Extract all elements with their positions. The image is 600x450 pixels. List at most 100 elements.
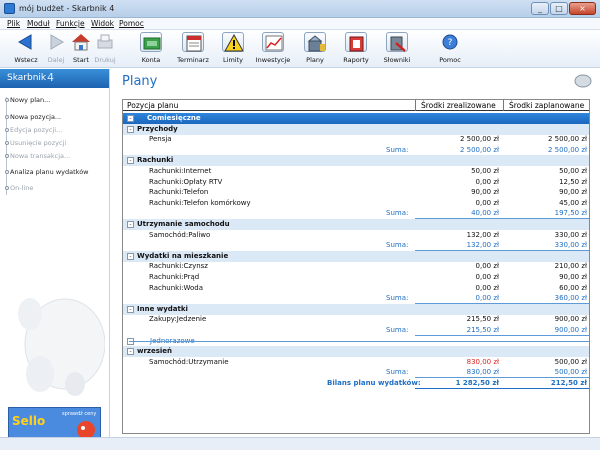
table-row[interactable]: Rachunki:Internet 50,00 zł 50,00 zł [123,166,589,177]
warning-icon [222,32,244,52]
sidebar-brand: Skarbnik 4 [0,69,109,88]
sello-banner[interactable]: Sello sprawdź ceny [8,407,101,441]
sidebar-item-delete-position[interactable]: Usunięcie pozycji [5,139,66,147]
group-row[interactable]: - Comiesięczne [123,113,589,124]
sum-row[interactable]: Suma: 830,00 zł 500,00 zł [123,367,589,379]
realized-amount: 0,00 zł [475,198,499,207]
planned-amount: 45,00 zł [559,198,587,207]
menu-plik[interactable]: Plik [7,19,20,28]
print-button[interactable]: Drukuj [82,32,128,67]
sidebar-item-new-transaction[interactable]: Nowa transakcja... [5,152,70,160]
reports-icon [345,32,367,52]
row-label: wrzesień [137,347,173,356]
svg-text:?: ? [448,38,453,48]
close-button[interactable]: × [569,2,596,15]
collapse-toggle-icon[interactable]: - [127,337,134,345]
dictionaries-button[interactable]: Słowniki [374,32,420,67]
planned-amount: 500,00 zł [554,368,587,377]
realized-amount: 215,50 zł [466,315,499,324]
sum-row[interactable]: Suma: 40,00 zł 197,50 zł [123,208,589,220]
investments-button[interactable]: Inwestycje [250,32,296,67]
table-row[interactable]: Pensja 2 500,00 zł 2 500,00 zł [123,134,589,145]
group-row[interactable]: - Przychody [123,123,589,135]
table-row[interactable]: Rachunki:Telefon 90,00 zł 90,00 zł [123,187,589,198]
reports-button[interactable]: Raporty [333,32,379,67]
sum-row[interactable]: Suma: 132,00 zł 330,00 zł [123,240,589,252]
planned-amount: 210,00 zł [554,262,587,271]
page-title: Plany [122,74,158,89]
realized-amount: 132,00 zł [466,241,499,250]
planned-amount: 212,50 zł [550,379,587,387]
realized-amount: 0,00 zł [475,294,499,303]
row-label: Rachunki [137,156,174,165]
table-row[interactable]: Rachunki:Telefon komórkowy 0,00 zł 45,00 z… [123,198,589,209]
printer-icon [94,32,116,52]
plans-button[interactable]: Plany [292,32,338,67]
table-row[interactable]: Rachunki:Opłaty RTV 0,00 zł 12,50 zł [123,177,589,188]
row-label: Utrzymanie samochodu [137,220,230,228]
bullet-icon [5,141,9,145]
column-header-position[interactable]: Pozycja planu [127,101,178,110]
row-label: Suma: [386,209,409,218]
sum-row[interactable]: Suma: 2 500,00 zł 2 500,00 zł [123,145,589,156]
collapse-toggle-icon[interactable]: - [127,125,134,133]
realized-amount: 2 500,00 zł [459,145,499,154]
row-label: Bilans planu wydatków: [327,379,421,387]
main-panel: Plany Pozycja planu Środki zrealizowane … [116,69,594,437]
collapse-toggle-icon[interactable]: - [127,157,134,165]
sum-row[interactable]: Suma: 0,00 zł 360,00 zł [123,293,589,305]
collapse-toggle-icon[interactable]: - [127,305,134,313]
collapse-toggle-icon[interactable]: - [127,252,134,260]
column-header-realized[interactable]: Środki zrealizowane [421,101,496,110]
table-row[interactable]: Samochód:Paliwo 132,00 zł 330,00 zł [123,230,589,241]
sidebar-item-online[interactable]: On-line [5,184,33,192]
accounts-button[interactable]: Konta [128,32,174,67]
balance-row[interactable]: Bilans planu wydatków: 1 282,50 zł 212,50 … [123,378,589,389]
group-row[interactable]: - Jednorazowe [123,336,589,347]
menu-pomoc[interactable]: Pomoc [119,19,144,28]
row-label: Rachunki:Woda [149,283,204,292]
table-row[interactable]: Rachunki:Prąd 0,00 zł 90,00 zł [123,272,589,283]
minimize-button[interactable]: _ [531,2,549,15]
realized-amount: 2 500,00 zł [459,135,499,144]
row-label: Wydatki na mieszkanie [137,251,229,260]
group-row[interactable]: - Rachunki [123,155,589,167]
group-row[interactable]: - Utrzymanie samochodu [123,219,589,230]
realized-amount: 830,00 zł [466,368,499,377]
sidebar-item-new-plan[interactable]: Nowy plan... [5,96,50,104]
table-row[interactable]: Samochód:Utrzymanie 830,00 zł 500,00 zł [123,357,589,368]
collapse-toggle-icon[interactable]: - [127,115,134,122]
maximize-button[interactable]: □ [550,2,568,15]
menu-widok[interactable]: Widok [91,19,114,28]
table-row[interactable]: Zakupy:Jedzenie 215,50 zł 900,00 zł [123,314,589,325]
help-button[interactable]: ? Pomoc [427,32,473,67]
group-row[interactable]: - wrzesień [123,346,589,358]
row-label: Suma: [386,145,409,154]
group-row[interactable]: - Wydatki na mieszkanie [123,250,589,262]
table-row[interactable]: Rachunki:Czynsz 0,00 zł 210,00 zł [123,261,589,272]
realized-amount: 0,00 zł [475,177,499,186]
table-row[interactable]: Rachunki:Woda 0,00 zł 60,00 zł [123,283,589,294]
sidebar-item-new-position[interactable]: Nowa pozycja... [5,113,61,121]
row-label: Przychody [137,124,178,133]
realized-amount: 215,50 zł [466,326,499,334]
realized-amount: 50,00 zł [471,167,499,175]
row-label: Inne wydatki [137,304,188,313]
sum-row[interactable]: Suma: 215,50 zł 900,00 zł [123,325,589,336]
bullet-icon [5,98,9,102]
column-divider[interactable] [503,100,504,111]
planned-amount: 360,00 zł [554,294,587,303]
row-label: Rachunki:Prąd [149,273,200,281]
planned-amount: 2 500,00 zł [547,135,587,144]
column-divider[interactable] [415,100,416,111]
collapse-toggle-icon[interactable]: - [127,221,134,228]
sidebar-connector-line [6,97,7,195]
sidebar-item-edit-position[interactable]: Edycja pozycji... [5,126,62,134]
group-row[interactable]: - Inne wydatki [123,303,589,315]
collapse-toggle-icon[interactable]: - [127,348,134,356]
column-header-planned[interactable]: Środki zaplanowane [509,101,584,110]
plan-table: Pozycja planu Środki zrealizowane Środki… [122,99,590,434]
menu-funkcje[interactable]: Funkcje [56,19,85,28]
menu-modul[interactable]: Moduł [27,19,50,28]
sidebar-item-analysis[interactable]: Analiza planu wydatków [5,168,89,176]
